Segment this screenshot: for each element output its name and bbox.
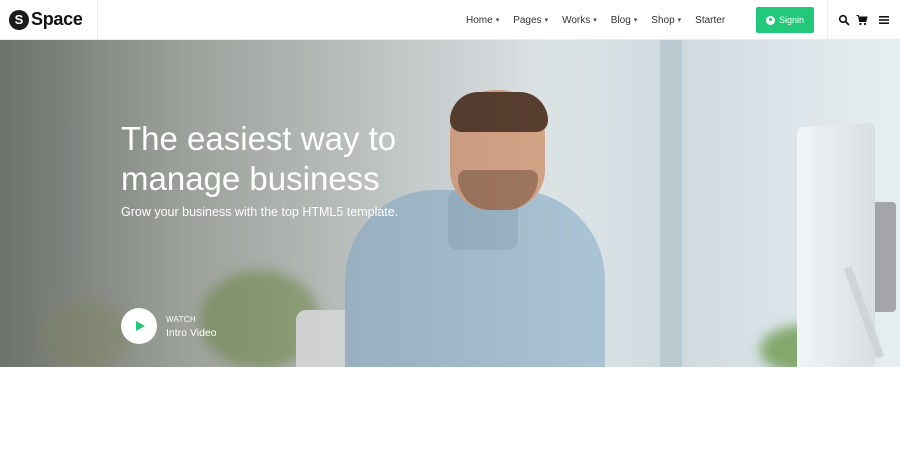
nav-label: Blog (610, 14, 631, 26)
logo-badge: S (9, 9, 29, 30)
chevron-down-icon: ▾ (593, 17, 597, 24)
chevron-down-icon: ▾ (633, 17, 638, 24)
nav-item-pages[interactable]: Pages ▾ (513, 15, 548, 26)
signin-label: Signin (778, 15, 805, 25)
hero-subtitle: Grow your business with the top HTML5 te… (121, 205, 399, 219)
nav-label: Starter (695, 14, 726, 26)
chevron-down-icon: ▾ (677, 17, 682, 24)
play-icon (136, 321, 145, 331)
site-header: S Space Home ▾ Pages ▾ Works ▾ Blog ▾ Sh… (0, 0, 900, 40)
hero-title: The easiest way to manage business (121, 120, 397, 197)
header-divider (827, 0, 828, 40)
nav-item-home[interactable]: Home ▾ (466, 15, 499, 26)
nav-label: Pages (513, 14, 542, 26)
chevron-down-icon: ▾ (495, 17, 500, 24)
chevron-down-icon: ▾ (544, 17, 549, 24)
main-nav: Home ▾ Pages ▾ Works ▾ Blog ▾ Shop ▾ Sta… (466, 0, 739, 40)
cart-icon[interactable] (856, 14, 868, 26)
nav-label: Shop (651, 14, 675, 26)
search-icon[interactable] (838, 14, 850, 26)
user-icon (765, 15, 775, 25)
play-video-button[interactable] (121, 308, 157, 344)
signin-button[interactable]: Signin (756, 7, 814, 33)
hero-section: The easiest way to manage business Grow … (0, 40, 900, 367)
nav-item-works[interactable]: Works ▾ (562, 15, 597, 26)
logo-text: Space (31, 9, 83, 29)
logo[interactable]: S Space (0, 0, 98, 40)
intro-video-label[interactable]: Intro Video (166, 327, 217, 339)
nav-label: Works (562, 14, 591, 26)
nav-item-starter[interactable]: Starter (695, 15, 725, 26)
nav-item-blog[interactable]: Blog ▾ (611, 15, 638, 26)
menu-icon[interactable] (878, 14, 890, 26)
nav-item-shop[interactable]: Shop ▾ (651, 15, 681, 26)
watch-label[interactable]: WATCH (166, 315, 196, 324)
nav-label: Home (466, 14, 493, 26)
